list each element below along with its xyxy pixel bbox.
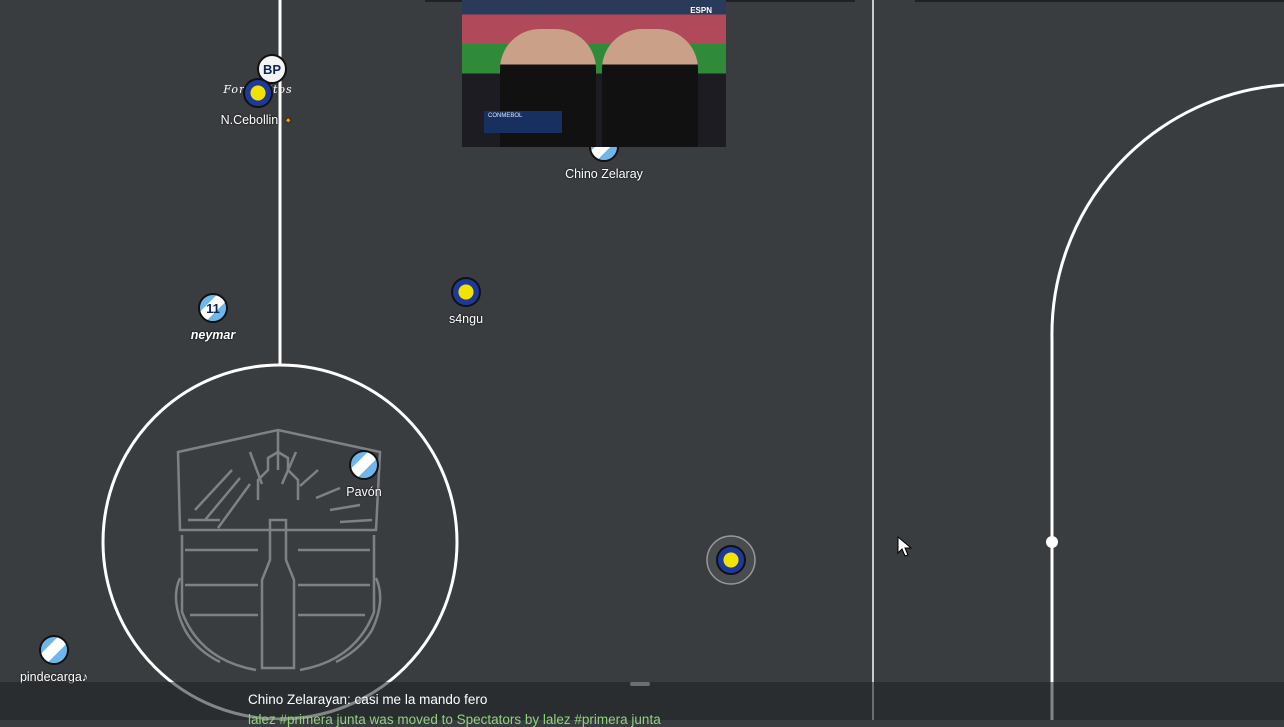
broadcast-video-overlay: ESPN CONMEBOL	[462, 0, 726, 147]
player-disc: 11	[198, 293, 228, 323]
channel-logo: ESPN	[690, 6, 712, 15]
mouse-cursor-icon	[897, 536, 913, 557]
chat-resize-handle[interactable]	[630, 682, 650, 686]
goal-post	[1046, 536, 1058, 548]
player-nick: Chino Zelaray	[565, 167, 643, 181]
player-nick-text: N.Cebollin	[220, 113, 279, 127]
player-nick: Pavón	[346, 485, 382, 499]
chat-panel: Chino Zelarayan: casi me la mando fero l…	[0, 682, 1284, 727]
player-disc	[349, 450, 379, 480]
lower-third-caption: CONMEBOL	[484, 111, 562, 133]
top-bar-right	[915, 0, 1284, 2]
ball-disc	[716, 545, 746, 575]
player-nick: N.Cebollin 🔸	[178, 113, 338, 127]
player-disc	[243, 78, 273, 108]
player-disc	[451, 277, 481, 307]
commentator-right	[602, 29, 698, 147]
player-avatar: 11	[206, 300, 220, 316]
fire-icon: 🔸	[281, 115, 296, 127]
player-nick: s4ngu	[448, 312, 484, 326]
player-disc	[39, 635, 69, 665]
chat-message: Chino Zelarayan: casi me la mando fero	[248, 692, 488, 707]
player-nick: neymar	[190, 328, 236, 342]
